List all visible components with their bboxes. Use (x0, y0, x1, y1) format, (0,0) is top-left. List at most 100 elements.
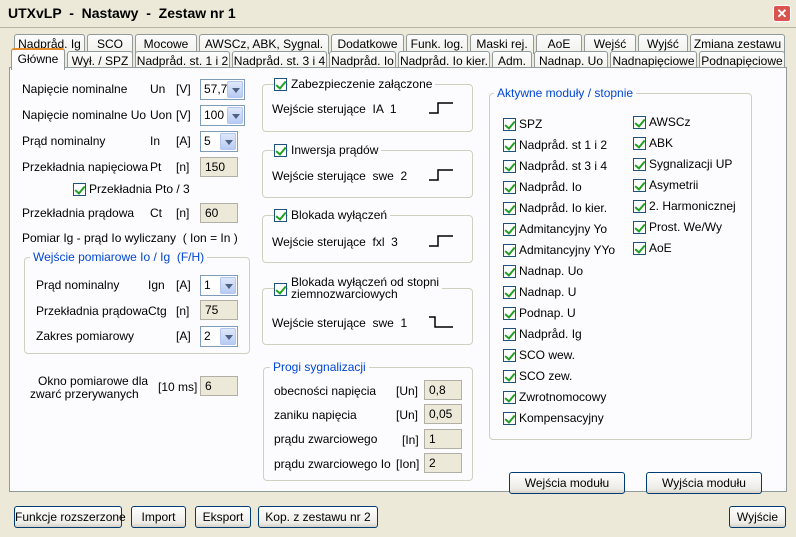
pto-checkbox[interactable] (73, 183, 86, 196)
module-checkbox[interactable] (503, 139, 516, 152)
module-checkbox[interactable] (503, 118, 516, 131)
module-label: Asymetrii (649, 178, 699, 192)
module-checkbox[interactable] (503, 370, 516, 383)
blokada-ziemno-checkbox[interactable] (274, 283, 287, 296)
inwersja-checkbox[interactable] (274, 144, 287, 157)
pt-symbol: Pt (150, 160, 162, 174)
module-checkbox[interactable] (503, 349, 516, 362)
module-checkbox[interactable] (633, 137, 646, 150)
progi-row-label: obecności napięcia (274, 384, 377, 398)
pto-label: Przekładnia Pto / 3 (89, 182, 190, 196)
exit-button[interactable]: Wyjście (729, 506, 786, 528)
module-checkbox[interactable] (633, 158, 646, 171)
rising-edge-icon (429, 235, 453, 247)
module-checkbox[interactable] (503, 391, 516, 404)
chevron-down-icon[interactable] (227, 81, 243, 98)
okno-field[interactable]: 6 (200, 376, 238, 396)
chevron-down-icon[interactable] (220, 133, 236, 150)
module-label: Nadpråd. st 1 i 2 (519, 138, 608, 152)
progi-row-field[interactable]: 0,8 (424, 380, 462, 400)
module-label: 2. Harmonicznej (649, 199, 736, 213)
pomiar-ig-note: Pomiar Ig - prąd Io wyliczany ( Ion = In… (22, 231, 238, 245)
ct-label: Przekładnia prądowa (22, 206, 135, 220)
module-checkbox[interactable] (503, 202, 516, 215)
module-label: Zwrotnomocowy (519, 390, 607, 404)
module-checkbox[interactable] (503, 265, 516, 278)
module-checkbox[interactable] (503, 223, 516, 236)
module-outputs-button[interactable]: Wyjścia modułu (646, 472, 762, 494)
ctg-label: Przekładnia prądowa (36, 304, 149, 318)
in-label: Prąd nominalny (22, 134, 106, 148)
ign-value: 1 (204, 278, 211, 292)
zakres-unit: [A] (176, 329, 191, 343)
module-checkbox[interactable] (633, 116, 646, 129)
progi-row-field[interactable]: 0,05 (424, 404, 462, 424)
module-label: Admitancyjny YYo (519, 243, 616, 257)
progi-title: Progi sygnalizacji (270, 360, 369, 374)
module-checkbox[interactable] (633, 221, 646, 234)
module-label: Prost. We/Wy (649, 220, 723, 234)
module-label: Nadnap. U (519, 285, 577, 299)
copy-set-button[interactable]: Kop. z zestawu nr 2 (258, 506, 378, 528)
ct-field[interactable]: 60 (200, 203, 238, 223)
blokada-ziemno-label-2: ziemnozwarciowych (291, 287, 398, 301)
module-inputs-button[interactable]: Wejścia modułu (509, 472, 625, 494)
extended-functions-button[interactable]: Funkcje rozszerzone (14, 506, 126, 528)
progi-row-field[interactable]: 2 (424, 453, 462, 473)
in-unit: [A] (176, 134, 191, 148)
module-label: Nadpråd. Io kier. (519, 201, 608, 215)
module-label: SCO zew. (519, 369, 573, 383)
okno-unit: [10 ms] (158, 380, 198, 394)
module-label: SCO wew. (519, 348, 576, 362)
module-checkbox[interactable] (633, 179, 646, 192)
blokada-ziemno-input: Wejście sterujące swe 1 (272, 316, 408, 330)
module-checkbox[interactable] (633, 242, 646, 255)
ctg-field[interactable]: 75 (200, 300, 238, 320)
progi-row-label: prądu zwarciowego Io (274, 457, 391, 471)
ign-select[interactable]: 1 (200, 275, 238, 296)
zabezpieczenie-checkbox[interactable] (274, 78, 287, 91)
module-label: ABK (649, 136, 674, 150)
progi-row-field[interactable]: 1 (424, 429, 462, 449)
progi-row-unit: [Un] (396, 384, 419, 398)
blokada-label: Blokada wyłączeń (288, 208, 391, 222)
module-label: Admitancyjny Yo (519, 222, 608, 236)
import-button[interactable]: Import (131, 506, 186, 528)
in-value: 5 (204, 134, 211, 148)
pt-label: Przekładnia napięciowa (22, 160, 149, 174)
un-select[interactable]: 57,7 (200, 79, 245, 100)
un-label: Napięcie nominalne (22, 82, 128, 96)
chevron-down-icon[interactable] (220, 277, 236, 294)
module-checkbox[interactable] (503, 412, 516, 425)
inwersja-label: Inwersja prądów (288, 143, 382, 157)
okno-label-1: Okno pomiarowe dla (38, 374, 149, 388)
chevron-down-icon[interactable] (220, 328, 236, 345)
window-title: UTXvLP - Nastawy - Zestaw nr 1 (8, 5, 236, 21)
module-checkbox[interactable] (503, 244, 516, 257)
export-button[interactable]: Eksport (195, 506, 251, 528)
module-checkbox[interactable] (503, 286, 516, 299)
uon-unit: [V] (176, 108, 191, 122)
uon-select[interactable]: 100 (200, 105, 245, 126)
zakres-select[interactable]: 2 (200, 326, 238, 347)
ign-label: Prąd nominalny (36, 278, 120, 292)
zakres-label: Zakres pomiarowy (36, 329, 135, 343)
rising-edge-icon (429, 169, 453, 181)
module-label: Sygnalizacji UP (649, 157, 733, 171)
in-select[interactable]: 5 (200, 131, 238, 152)
module-checkbox[interactable] (503, 307, 516, 320)
module-checkbox[interactable] (633, 200, 646, 213)
module-checkbox[interactable] (503, 160, 516, 173)
pt-field[interactable]: 150 (200, 157, 238, 177)
progi-row-unit: [Ion] (396, 457, 420, 471)
chevron-down-icon[interactable] (227, 107, 243, 124)
tab-glowne[interactable]: Główne (11, 48, 65, 70)
module-checkbox[interactable] (503, 181, 516, 194)
blokada-checkbox[interactable] (274, 209, 287, 222)
in-symbol: In (150, 134, 161, 148)
rising-edge-icon (429, 102, 453, 114)
modules-title: Aktywne moduły / stopnie (494, 86, 637, 100)
close-button[interactable]: ✕ (773, 5, 791, 22)
module-checkbox[interactable] (503, 328, 516, 341)
title-bar: UTXvLP - Nastawy - Zestaw nr 1 ✕ (0, 0, 796, 28)
